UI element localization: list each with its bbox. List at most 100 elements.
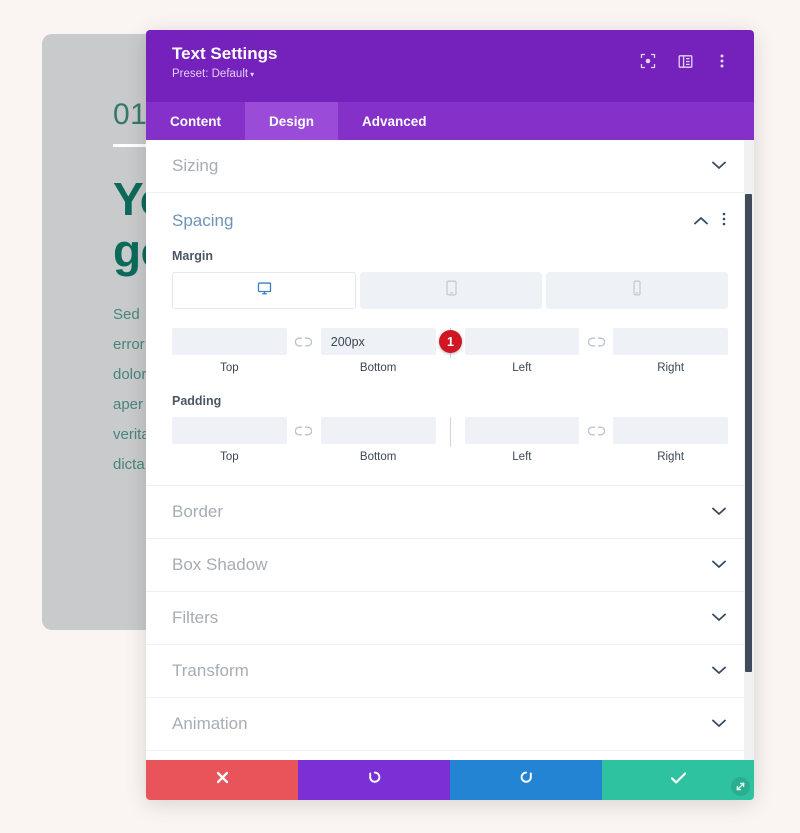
device-tab-phone[interactable] — [546, 272, 728, 309]
modal-tab-bar: Content Design Advanced — [146, 102, 754, 140]
padding-left-label: Left — [512, 451, 532, 463]
margin-right-cell: Right — [613, 328, 728, 374]
section-border-label: Border — [172, 502, 224, 521]
modal-body-scroll-area: Sizing Spacing Margin Top 200px Bottom L… — [146, 140, 754, 760]
chevron-down-icon[interactable] — [712, 503, 726, 521]
section-sizing[interactable]: Sizing — [146, 140, 754, 193]
close-x-icon — [215, 770, 230, 790]
resize-handle[interactable] — [727, 773, 753, 799]
section-box-shadow-label: Box Shadow — [172, 555, 268, 574]
device-tab-tablet[interactable] — [360, 272, 542, 309]
section-filters[interactable]: Filters — [146, 592, 754, 645]
more-vertical-icon[interactable] — [712, 51, 732, 71]
padding-right-cell: Right — [613, 417, 728, 463]
modal-header: Text Settings Preset: Default ▾ — [146, 30, 754, 102]
section-transform[interactable]: Transform — [146, 645, 754, 698]
section-box-shadow[interactable]: Box Shadow — [146, 539, 754, 592]
chevron-down-icon: ▾ — [250, 70, 255, 80]
margin-horizontal-group: Left Right — [464, 328, 728, 374]
resize-diagonal-icon — [730, 776, 750, 796]
device-tab-desktop[interactable] — [172, 272, 356, 309]
section-border-controls — [712, 503, 726, 521]
modal-header-actions — [638, 51, 732, 71]
section-spacing: Spacing Margin Top 200px Bottom Left Rig… — [146, 193, 754, 486]
padding-left-input[interactable] — [464, 417, 580, 444]
margin-right-label: Right — [657, 362, 685, 374]
section-animation-label: Animation — [172, 714, 248, 733]
section-transform-label: Transform — [172, 661, 249, 680]
redo-icon — [518, 769, 535, 791]
device-tab-group — [172, 272, 728, 309]
check-icon — [670, 771, 687, 790]
link-broken-icon[interactable] — [287, 417, 321, 444]
annotation-marker-1: 1 — [439, 330, 462, 353]
margin-left-input[interactable] — [464, 328, 580, 355]
section-sizing-controls — [712, 157, 726, 175]
margin-right-input[interactable] — [613, 328, 728, 355]
tab-advanced[interactable]: Advanced — [338, 102, 451, 140]
spacing-group-divider — [449, 417, 451, 447]
margin-left-label: Left — [512, 362, 532, 374]
preset-selector[interactable]: Preset: Default ▾ — [172, 68, 277, 80]
modal-footer-actions — [146, 760, 754, 800]
section-spacing-header[interactable]: Spacing — [146, 193, 754, 249]
chevron-down-icon[interactable] — [712, 556, 726, 574]
margin-group-label: Margin — [172, 249, 213, 263]
tab-design[interactable]: Design — [245, 102, 339, 140]
cancel-button[interactable] — [146, 760, 298, 800]
padding-top-cell: Top — [172, 417, 287, 463]
section-filters-controls — [712, 609, 726, 627]
padding-group-label: Padding — [172, 394, 222, 408]
margin-top-cell: Top — [172, 328, 287, 374]
undo-button[interactable] — [298, 760, 450, 800]
padding-bottom-cell: Bottom — [320, 417, 436, 463]
section-transform-controls — [712, 662, 726, 680]
chevron-down-icon[interactable] — [712, 662, 726, 680]
margin-bottom-label: Bottom — [359, 362, 397, 374]
section-animation-controls — [712, 715, 726, 733]
link-broken-icon[interactable] — [287, 328, 321, 355]
chevron-down-icon[interactable] — [712, 157, 726, 175]
padding-fields-row: Top Bottom Left Right — [172, 417, 728, 463]
section-spacing-content: Margin Top 200px Bottom Left Right 1 Pad… — [146, 249, 754, 485]
section-filters-label: Filters — [172, 608, 219, 627]
padding-bottom-label: Bottom — [359, 451, 397, 463]
chevron-up-icon[interactable] — [694, 212, 708, 230]
undo-icon — [366, 769, 383, 791]
link-broken-icon[interactable] — [579, 417, 613, 444]
padding-vertical-group: Top Bottom — [172, 417, 436, 463]
padding-right-input[interactable] — [613, 417, 728, 444]
section-box-shadow-controls — [712, 556, 726, 574]
link-broken-icon[interactable] — [579, 328, 613, 355]
section-spacing-controls — [694, 212, 726, 231]
section-border[interactable]: Border — [146, 486, 754, 539]
margin-top-label: Top — [220, 362, 239, 374]
margin-left-cell: Left — [464, 328, 580, 374]
focus-target-icon[interactable] — [638, 51, 658, 71]
phone-icon — [632, 280, 642, 301]
preset-label: Preset: Default — [172, 68, 249, 81]
section-spacing-label: Spacing — [172, 211, 234, 230]
tab-content[interactable]: Content — [146, 102, 245, 140]
margin-vertical-group: Top Bottom — [172, 328, 436, 374]
scrollbar-thumb[interactable] — [745, 194, 752, 672]
chevron-down-icon[interactable] — [712, 715, 726, 733]
margin-bottom-cell: Bottom — [320, 328, 436, 374]
padding-right-label: Right — [657, 451, 685, 463]
padding-bottom-input[interactable] — [320, 417, 436, 444]
chevron-down-icon[interactable] — [712, 609, 726, 627]
padding-top-label: Top — [220, 451, 239, 463]
padding-top-input[interactable] — [172, 417, 287, 444]
margin-bottom-input[interactable] — [320, 328, 436, 355]
desktop-icon — [257, 281, 272, 301]
scrollbar-track[interactable] — [744, 140, 754, 760]
section-animation[interactable]: Animation — [146, 698, 754, 751]
tablet-icon — [445, 280, 458, 301]
padding-horizontal-group: Left Right — [464, 417, 728, 463]
redo-button[interactable] — [450, 760, 602, 800]
margin-fields-row: Top Bottom — [172, 328, 728, 374]
more-vertical-icon[interactable] — [722, 212, 726, 231]
padding-left-cell: Left — [464, 417, 580, 463]
layout-panel-icon[interactable] — [675, 51, 695, 71]
margin-top-input[interactable] — [172, 328, 287, 355]
